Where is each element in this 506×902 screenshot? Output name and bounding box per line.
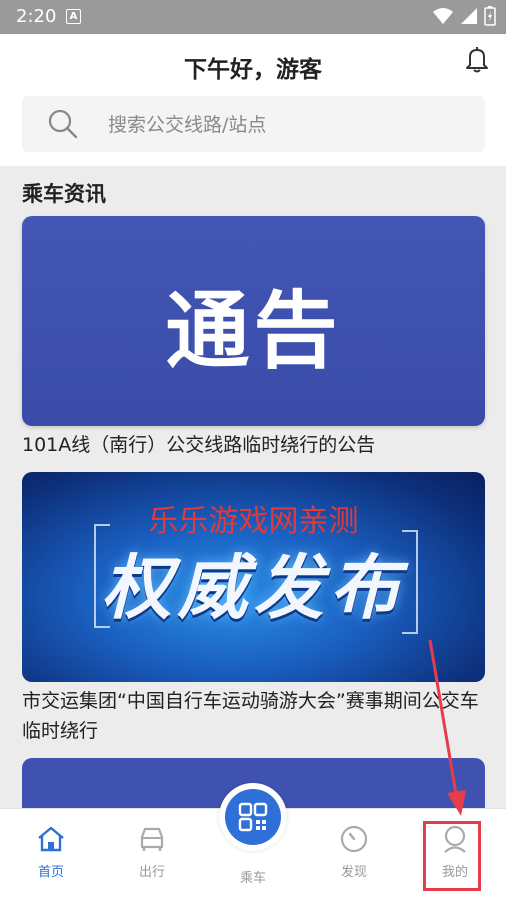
notification-badge: A [66, 9, 81, 24]
news-title[interactable]: 市交运集团“中国自行车运动骑游大会”赛事期间公交车临时绕行 [22, 686, 485, 746]
qr-code-icon [238, 802, 268, 832]
search-bar[interactable] [22, 96, 485, 154]
tab-travel[interactable]: 出行 [112, 825, 192, 880]
section-title: 乘车资讯 [22, 182, 106, 206]
bell-icon[interactable] [462, 44, 492, 74]
tab-label[interactable]: 乘车 [213, 867, 293, 886]
highlight-box [423, 821, 481, 891]
search-icon [48, 109, 78, 139]
search-input[interactable] [106, 96, 470, 154]
news-image-text: 权威发布 [101, 547, 406, 629]
signal-icon [461, 8, 477, 24]
wifi-icon [433, 8, 453, 24]
status-bar: 2:20 A [0, 0, 506, 34]
battery-icon [484, 6, 496, 26]
tab-label: 出行 [138, 865, 165, 880]
news-image-announcement[interactable]: 乐乐游戏网亲测 权威发布 [22, 472, 485, 682]
home-icon [38, 826, 64, 852]
tab-label: 首页 [37, 865, 64, 880]
header: 下午好，游客 [0, 34, 506, 166]
news-image-notice[interactable]: 通告 [22, 216, 485, 426]
tab-label: 发现 [340, 865, 367, 880]
news-image-text: 通告 [165, 281, 342, 380]
page-title: 下午好，游客 [184, 57, 322, 83]
news-title[interactable]: 101A线（南行）公交线路临时绕行的公告 [22, 430, 485, 460]
tab-home[interactable]: 首页 [11, 825, 91, 880]
compass-icon [340, 825, 368, 853]
car-icon [140, 827, 164, 851]
ride-qr-button[interactable] [219, 783, 287, 851]
status-time: 2:20 [16, 6, 57, 27]
tab-discover[interactable]: 发现 [314, 825, 394, 880]
